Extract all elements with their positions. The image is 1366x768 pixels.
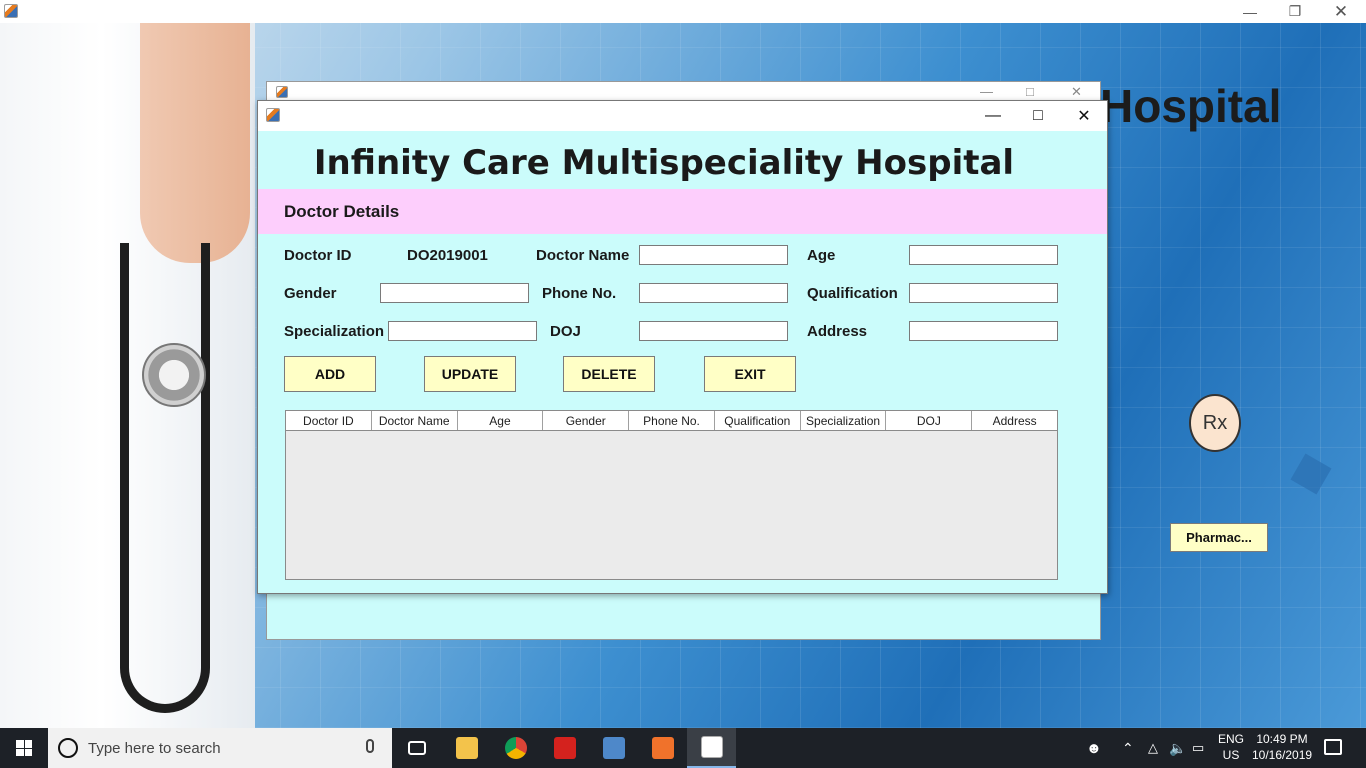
age-field[interactable] bbox=[909, 245, 1058, 265]
java-app-icon bbox=[276, 86, 288, 98]
doj-field[interactable] bbox=[639, 321, 788, 341]
doctor-id-value: DO2019001 bbox=[407, 247, 488, 264]
xampp-button[interactable] bbox=[638, 728, 687, 768]
pharmacist-icon: Rx bbox=[1189, 394, 1241, 452]
java-icon bbox=[700, 736, 723, 758]
doctor-id-label: Doctor ID bbox=[284, 247, 352, 264]
close-icon[interactable]: ✕ bbox=[1069, 105, 1099, 127]
java-button[interactable] bbox=[687, 728, 736, 768]
language-label: ENG bbox=[1217, 732, 1244, 746]
folder-icon bbox=[455, 737, 478, 759]
restore-icon[interactable]: ❐ bbox=[1272, 0, 1318, 23]
column-header-address[interactable]: Address bbox=[972, 411, 1057, 430]
virtualbox-button[interactable] bbox=[589, 728, 638, 768]
section-title: Doctor Details bbox=[284, 202, 400, 221]
volume-icon[interactable]: 🔈 bbox=[1169, 728, 1186, 768]
address-label: Address bbox=[807, 323, 868, 340]
pharmacy-button[interactable]: Pharmac... bbox=[1170, 523, 1268, 552]
phone-label: Phone No. bbox=[542, 285, 617, 302]
stethoscope-head-image bbox=[142, 343, 206, 407]
column-header-doctor-name[interactable]: Doctor Name bbox=[372, 411, 458, 430]
people-icon[interactable]: ☻ bbox=[1086, 728, 1102, 768]
hospital-title: Infinity Care Multispeciality Hospital bbox=[313, 143, 1015, 183]
clock-date: 10/16/2019 bbox=[1252, 748, 1313, 762]
stethoscope-image bbox=[120, 243, 210, 713]
acrobat-icon bbox=[553, 737, 576, 759]
column-header-doj[interactable]: DOJ bbox=[886, 411, 973, 430]
doj-label: DOJ bbox=[550, 323, 581, 340]
minimize-icon[interactable]: — bbox=[1227, 0, 1273, 23]
taskbar: Type here to search ☻ ⌃ △ 🔈 ▭ ENG US 10:… bbox=[0, 728, 1366, 768]
battery-icon[interactable]: ▭ bbox=[1192, 728, 1204, 768]
doctor-details-window: — □ ✕ Infinity Care Multispeciality Hosp… bbox=[257, 100, 1108, 594]
task-view-button[interactable] bbox=[392, 728, 441, 768]
chevron-up-icon[interactable]: ⌃ bbox=[1122, 728, 1134, 768]
background-title: Hospital bbox=[1100, 80, 1282, 132]
address-field[interactable] bbox=[909, 321, 1058, 341]
exit-button[interactable]: EXIT bbox=[704, 356, 796, 392]
file-explorer-button[interactable] bbox=[442, 728, 491, 768]
phone-field[interactable] bbox=[639, 283, 788, 303]
column-header-specialization[interactable]: Specialization bbox=[801, 411, 887, 430]
task-view-icon bbox=[407, 741, 426, 755]
notification-icon[interactable] bbox=[1324, 739, 1342, 755]
column-header-doctor-id[interactable]: Doctor ID bbox=[286, 411, 372, 430]
column-header-qualification[interactable]: Qualification bbox=[715, 411, 801, 430]
doctor-window-titlebar: — □ ✕ bbox=[258, 101, 1107, 131]
minimize-icon[interactable]: — bbox=[980, 84, 993, 99]
virtualbox-icon bbox=[602, 737, 625, 759]
maximize-icon[interactable]: □ bbox=[1026, 84, 1034, 99]
cortana-icon bbox=[58, 738, 78, 758]
gender-field[interactable] bbox=[380, 283, 529, 303]
doctor-arm-image bbox=[140, 23, 250, 263]
age-label: Age bbox=[807, 247, 836, 264]
qualification-field[interactable] bbox=[909, 283, 1058, 303]
windows-icon bbox=[16, 740, 32, 756]
delete-button[interactable]: DELETE bbox=[563, 356, 655, 392]
wifi-icon[interactable]: △ bbox=[1148, 728, 1158, 768]
taskbar-search[interactable]: Type here to search bbox=[48, 728, 392, 768]
chrome-icon bbox=[504, 737, 527, 759]
close-icon[interactable]: ✕ bbox=[1318, 0, 1364, 23]
qualification-label: Qualification bbox=[807, 285, 898, 302]
clock[interactable]: 10:49 PM 10/16/2019 bbox=[1252, 731, 1312, 763]
main-window-titlebar: — ❐ ✕ bbox=[0, 0, 1366, 23]
minimize-icon[interactable]: — bbox=[978, 105, 1008, 127]
section-header: Doctor Details bbox=[258, 189, 1107, 234]
search-placeholder: Type here to search bbox=[88, 740, 221, 757]
java-app-icon bbox=[266, 108, 280, 122]
doctor-name-field[interactable] bbox=[639, 245, 788, 265]
specialization-label: Specialization bbox=[284, 323, 385, 340]
microphone-icon[interactable] bbox=[366, 739, 374, 753]
column-header-gender[interactable]: Gender bbox=[543, 411, 630, 430]
add-button[interactable]: ADD bbox=[284, 356, 376, 392]
doctor-name-label: Doctor Name bbox=[536, 247, 630, 264]
table-header: Doctor ID Doctor Name Age Gender Phone N… bbox=[286, 411, 1057, 431]
update-button[interactable]: UPDATE bbox=[424, 356, 516, 392]
close-icon[interactable]: ✕ bbox=[1071, 84, 1082, 100]
region-label: US bbox=[1222, 748, 1240, 762]
clock-time: 10:49 PM bbox=[1256, 732, 1308, 746]
start-button[interactable] bbox=[0, 728, 48, 768]
column-header-phone[interactable]: Phone No. bbox=[629, 411, 715, 430]
specialization-field[interactable] bbox=[388, 321, 537, 341]
java-app-icon bbox=[4, 4, 18, 18]
background-frame-titlebar: — □ ✕ bbox=[267, 82, 1100, 102]
gender-label: Gender bbox=[284, 285, 337, 302]
column-header-age[interactable]: Age bbox=[458, 411, 544, 430]
maximize-icon[interactable]: □ bbox=[1023, 105, 1053, 127]
doctor-table[interactable]: Doctor ID Doctor Name Age Gender Phone N… bbox=[285, 410, 1058, 580]
language-indicator[interactable]: ENG US bbox=[1216, 731, 1246, 763]
chrome-button[interactable] bbox=[491, 728, 540, 768]
acrobat-button[interactable] bbox=[540, 728, 589, 768]
xampp-icon bbox=[651, 737, 674, 759]
